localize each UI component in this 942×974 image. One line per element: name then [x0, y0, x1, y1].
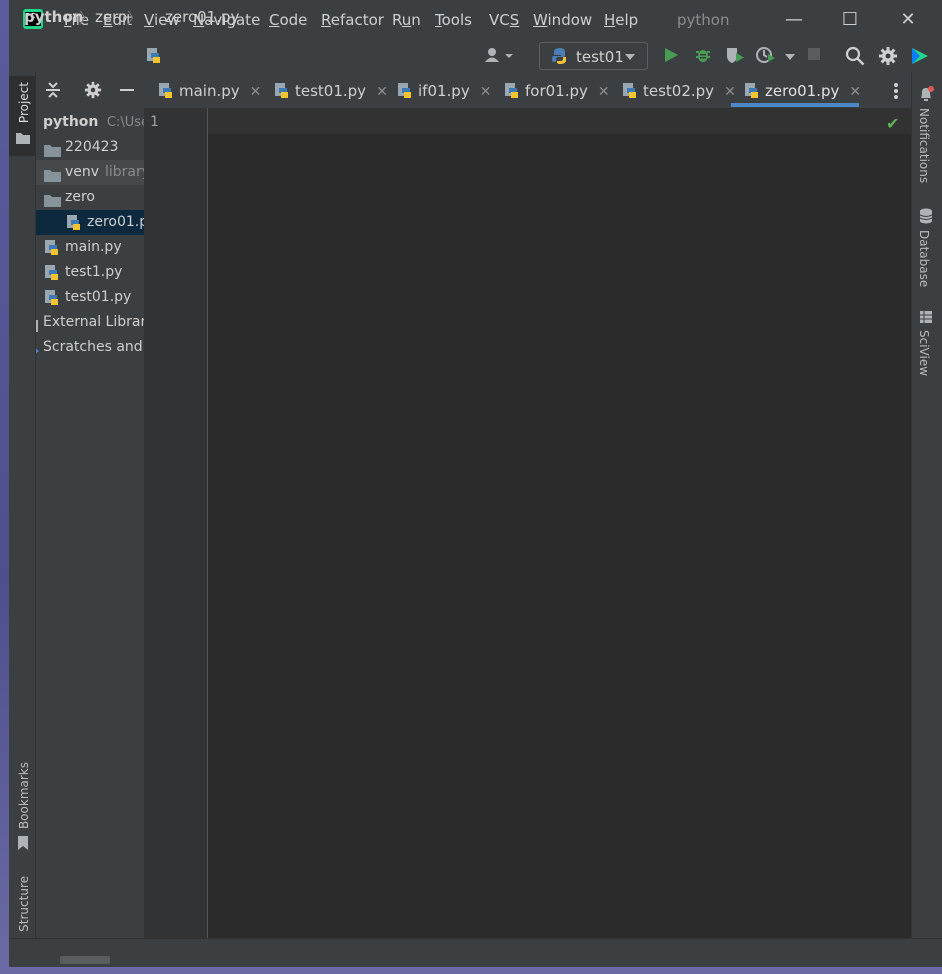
run-with-coverage-icon[interactable]: [725, 46, 745, 66]
database-icon[interactable]: [919, 208, 933, 228]
tree-item-label: zero01.py: [87, 214, 144, 230]
tree-folder[interactable]: venv library root: [36, 160, 144, 185]
project-tool-label: Project: [17, 82, 31, 124]
tab-close-icon[interactable]: ✕: [598, 84, 610, 100]
maximize-button[interactable]: ☐: [836, 6, 864, 34]
tab-if01[interactable]: if01.py ✕: [397, 72, 491, 106]
tree-item-label: External Libraries: [43, 314, 144, 330]
tab-label: main.py: [179, 82, 240, 100]
tree-item-label: test01.py: [65, 289, 132, 305]
bookmarks-tool-label[interactable]: Bookmarks: [17, 762, 31, 829]
tab-label: zero01.py: [765, 82, 840, 100]
python-config-icon: [551, 47, 569, 69]
tab-label: for01.py: [525, 82, 588, 100]
sciview-tool-label[interactable]: SciView: [917, 330, 931, 376]
chevron-down-icon: [624, 50, 636, 65]
tab-overflow-menu-icon[interactable]: [890, 82, 902, 104]
tree-item-label: 220423: [65, 139, 119, 155]
minimize-button[interactable]: —: [780, 6, 808, 34]
breadcrumb-separator: 〉: [79, 9, 95, 27]
menu-refactor[interactable]: Refactor: [321, 11, 384, 29]
tree-folder[interactable]: 220423: [36, 135, 144, 160]
scratch-icon: [36, 341, 40, 366]
profile-icon[interactable]: [756, 46, 776, 66]
window-title: python: [677, 11, 730, 29]
tab-close-icon[interactable]: ✕: [376, 84, 388, 100]
tab-label: test02.py: [643, 82, 715, 100]
tab-zero01[interactable]: zero01.py ✕: [744, 72, 861, 106]
project-root-path: C:\Users\...: [106, 115, 144, 130]
search-icon[interactable]: [845, 46, 865, 66]
folder-icon: [16, 132, 30, 148]
right-tool-strip: [911, 72, 942, 966]
tree-item-label: venv: [65, 164, 100, 180]
database-tool-label[interactable]: Database: [917, 230, 931, 287]
tab-test02[interactable]: test02.py ✕: [622, 72, 736, 106]
tree-item-label: test1.py: [65, 264, 123, 280]
stop-icon[interactable]: [806, 46, 826, 66]
tree-file[interactable]: test01.py: [36, 285, 144, 310]
tree-item-label: zero: [65, 189, 95, 205]
bookmark-icon[interactable]: [17, 836, 29, 854]
menu-code[interactable]: Code: [269, 11, 307, 29]
tree-file[interactable]: main.py: [36, 235, 144, 260]
line-number: 1: [150, 114, 159, 130]
left-tool-strip: [9, 72, 36, 966]
horizontal-scrollbar[interactable]: [60, 956, 110, 964]
no-problems-check-icon[interactable]: ✔: [886, 114, 899, 133]
breadcrumb-separator: 〉: [127, 9, 143, 27]
sciview-icon[interactable]: [919, 310, 933, 328]
tab-close-icon[interactable]: ✕: [724, 84, 736, 100]
editor-gutter: [144, 108, 208, 938]
tab-main[interactable]: main.py ✕: [158, 72, 261, 106]
breadcrumb-project[interactable]: python: [24, 8, 83, 26]
tab-close-icon[interactable]: ✕: [480, 84, 492, 100]
structure-tool-label[interactable]: Structure: [17, 876, 31, 932]
current-line-highlight: [208, 108, 911, 134]
breadcrumb-folder[interactable]: zero: [95, 8, 127, 26]
vcs-user-icon[interactable]: [484, 46, 514, 70]
menu-help[interactable]: Help: [604, 11, 638, 29]
code-editor[interactable]: [208, 108, 911, 938]
run-icon[interactable]: [662, 46, 682, 66]
close-window-button[interactable]: ✕: [894, 6, 922, 34]
python-file-icon: [146, 47, 161, 68]
tree-node[interactable]: External Libraries: [36, 310, 144, 335]
collapse-all-icon[interactable]: [44, 81, 62, 103]
project-root-name: python: [43, 114, 99, 130]
menu-run[interactable]: Run: [392, 11, 421, 29]
settings-gear-icon[interactable]: [878, 46, 898, 66]
project-tree: python C:\Users\... 220423 venv library ro…: [36, 108, 144, 958]
bottom-bar: [9, 938, 942, 967]
tree-item-label: Scratches and Consoles: [43, 339, 144, 355]
tab-test01[interactable]: test01.py ✕: [274, 72, 388, 106]
tree-file[interactable]: test1.py: [36, 260, 144, 285]
more-run-options-icon[interactable]: [784, 50, 796, 65]
breadcrumb-file[interactable]: zero01.py: [165, 8, 239, 26]
debug-icon[interactable]: [694, 46, 714, 66]
menu-vcs[interactable]: VCS: [489, 11, 519, 29]
menu-window[interactable]: Window: [533, 11, 592, 29]
jetbrains-ai-icon[interactable]: [910, 46, 930, 66]
tree-file[interactable]: zero01.py: [36, 210, 144, 235]
tree-item-hint: library root: [105, 164, 144, 180]
menu-tools[interactable]: Tools: [435, 11, 472, 29]
tree-folder[interactable]: zero: [36, 185, 144, 210]
tab-close-icon[interactable]: ✕: [250, 84, 262, 100]
tree-node[interactable]: Scratches and Consoles: [36, 335, 144, 360]
tab-label: test01.py: [295, 82, 367, 100]
tab-label: if01.py: [418, 82, 470, 100]
tab-close-icon[interactable]: ✕: [849, 84, 861, 100]
notifications-tool-label[interactable]: Notifications: [917, 108, 931, 183]
tree-item-label: main.py: [65, 239, 122, 255]
hide-panel-icon[interactable]: [118, 81, 136, 103]
notifications-bell-icon[interactable]: [918, 86, 934, 106]
run-configuration-label: test01: [576, 48, 624, 66]
project-root[interactable]: python C:\Users\...: [43, 110, 144, 135]
tab-for01[interactable]: for01.py ✕: [504, 72, 610, 106]
active-tab-indicator: [731, 103, 859, 107]
panel-options-gear-icon[interactable]: [84, 81, 102, 103]
